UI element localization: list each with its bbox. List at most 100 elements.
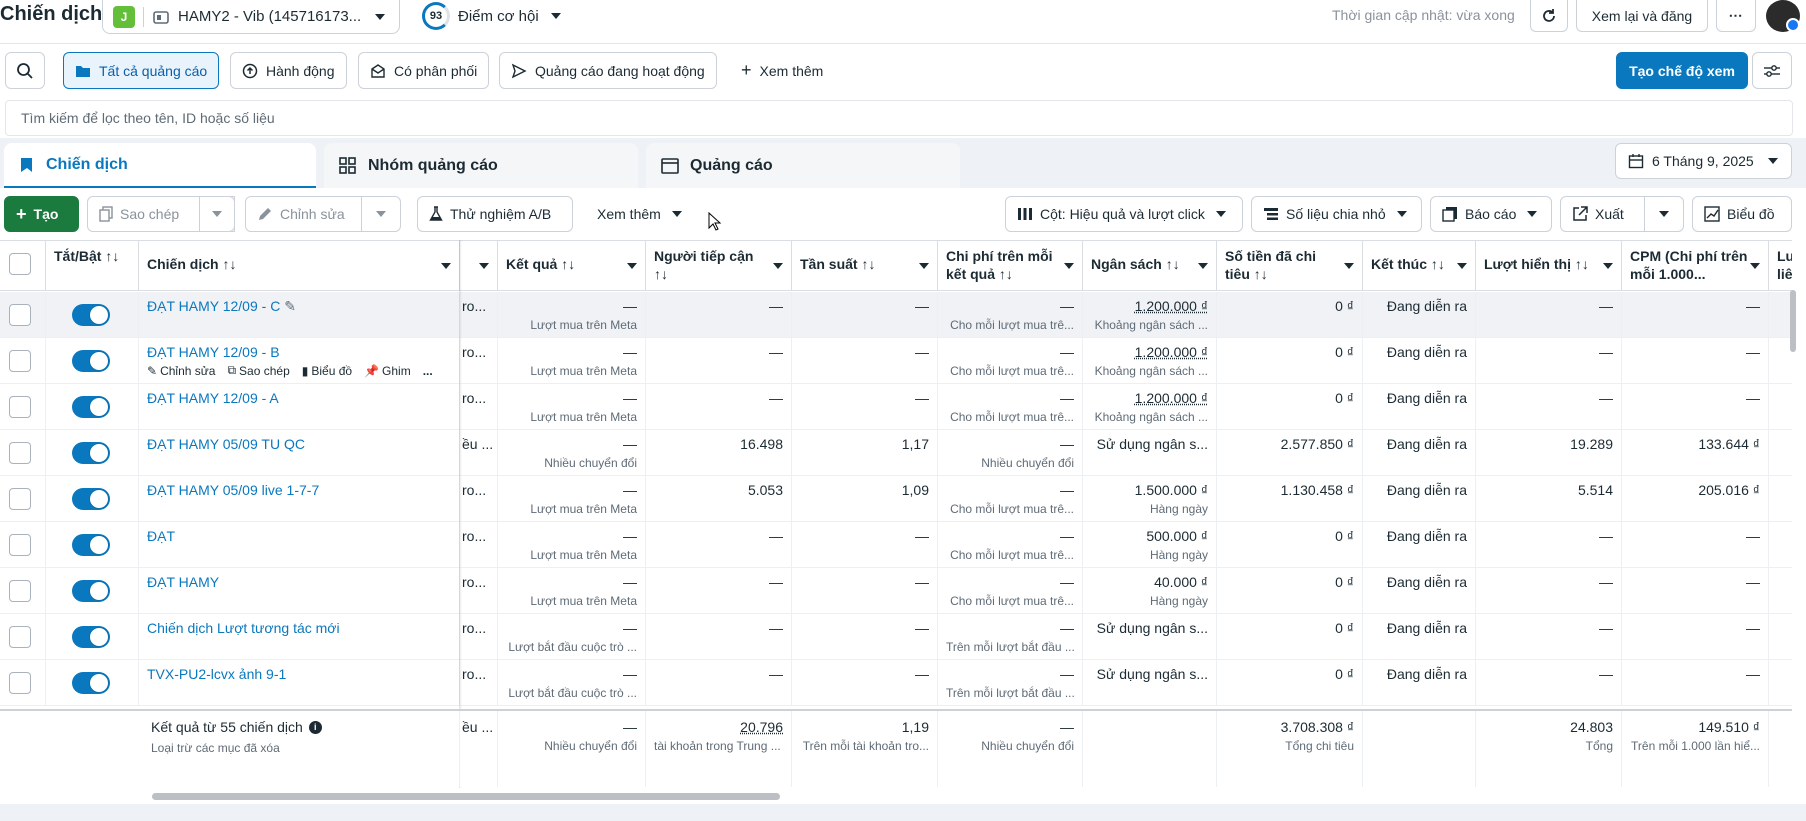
- header-next[interactable]: Lư liên: [1769, 241, 1792, 291]
- table-row[interactable]: ĐẠT ro... — Lượt mua trên Meta — — — Cho mỗi lư…: [0, 522, 1792, 568]
- header-frequency[interactable]: Tần suất ↑↓: [792, 241, 938, 291]
- header-toggle[interactable]: Tắt/Bật ↑↓: [46, 241, 139, 291]
- campaign-name-link[interactable]: ĐẠT HAMY 12/09 - C: [147, 298, 280, 314]
- cell-impr-value: —: [1599, 344, 1613, 360]
- campaign-toggle[interactable]: [72, 580, 110, 602]
- select-all-checkbox[interactable]: [9, 253, 31, 275]
- search-button[interactable]: [5, 52, 45, 89]
- edit-name-icon[interactable]: ✎: [280, 298, 296, 314]
- more-options-button[interactable]: ⋯: [1716, 0, 1756, 32]
- summary-reach-value[interactable]: 20.796: [654, 719, 783, 735]
- table-row[interactable]: ĐẠT HAMY 12/09 - C ✎ ro... — Lượt mua trên …: [0, 292, 1792, 338]
- ab-test-button[interactable]: Thử nghiệm A/B: [417, 196, 573, 232]
- campaign-name-link[interactable]: ĐẠT HAMY: [147, 574, 219, 590]
- hover-duplicate-button[interactable]: ⧉ Sao chép: [227, 363, 289, 378]
- refresh-button[interactable]: [1530, 0, 1568, 32]
- hover-more-button[interactable]: ...: [423, 363, 433, 378]
- header-cpm[interactable]: CPM (Chi phí trên mỗi 1.000...: [1622, 241, 1769, 291]
- campaign-toggle[interactable]: [72, 626, 110, 648]
- header-partial[interactable]: [460, 241, 498, 291]
- account-selector[interactable]: J HAMY2 - Vib (145716173...: [102, 0, 400, 34]
- campaign-toggle[interactable]: [72, 672, 110, 694]
- tab-ads-label: Quảng cáo: [690, 156, 773, 174]
- campaign-name-link[interactable]: ĐẠT HAMY 12/09 - B: [147, 344, 280, 360]
- campaign-toggle[interactable]: [72, 488, 110, 510]
- filter-more[interactable]: + Xem thêm: [729, 52, 836, 89]
- campaign-name-link[interactable]: TVX-PU2-lcvx ảnh 9-1: [147, 666, 286, 682]
- table-row[interactable]: ĐẠT HAMY 05/09 live 1-7-7 ro... — Lượt mua …: [0, 476, 1792, 522]
- header-reach[interactable]: Người tiếp cận ↑↓: [646, 241, 792, 291]
- header-amount-spent[interactable]: Số tiền đã chi tiêu ↑↓: [1217, 241, 1363, 291]
- campaign-toggle[interactable]: [72, 534, 110, 556]
- create-view-button[interactable]: Tạo chế độ xem: [1616, 52, 1748, 89]
- row-checkbox[interactable]: [9, 442, 31, 464]
- review-publish-button[interactable]: Xem lại và đăng: [1576, 0, 1708, 32]
- filter-all-ads[interactable]: Tất cả quảng cáo: [63, 52, 220, 89]
- row-select-cell: [0, 660, 46, 706]
- edit-dropdown[interactable]: [361, 196, 401, 232]
- header-budget[interactable]: Ngân sách ↑↓: [1083, 241, 1217, 291]
- tab-adsets[interactable]: Nhóm quảng cáo: [324, 143, 638, 188]
- row-checkbox[interactable]: [9, 488, 31, 510]
- filter-delivery[interactable]: Có phân phối: [358, 52, 490, 89]
- hover-chart-button[interactable]: ▮ Biểu đồ: [302, 363, 352, 378]
- campaign-toggle[interactable]: [72, 442, 110, 464]
- edit-button[interactable]: Chỉnh sửa: [245, 196, 365, 232]
- campaign-name-link[interactable]: ĐẠT: [147, 528, 175, 544]
- table-row[interactable]: ĐẠT HAMY ro... — Lượt mua trên Meta — — — Cho m…: [0, 568, 1792, 614]
- date-range-picker[interactable]: 6 Tháng 9, 2025: [1615, 143, 1792, 179]
- tab-ads[interactable]: Quảng cáo: [646, 143, 960, 188]
- filter-active-ads[interactable]: Quảng cáo đang hoạt động: [499, 52, 717, 89]
- hover-edit-button[interactable]: ✎ Chỉnh sửa: [147, 363, 215, 378]
- table-row[interactable]: ĐẠT HAMY 12/09 - B ✎ Chỉnh sửa ⧉ Sao chép ▮ Bi…: [0, 338, 1792, 384]
- row-toggle-cell: [46, 430, 139, 476]
- table-row[interactable]: ĐẠT HAMY 12/09 - A ro... — Lượt mua trên Me…: [0, 384, 1792, 430]
- campaign-name-link[interactable]: ĐẠT HAMY 05/09 live 1-7-7: [147, 482, 319, 498]
- row-checkbox[interactable]: [9, 350, 31, 372]
- reports-icon: [1442, 207, 1457, 222]
- columns-button[interactable]: Cột: Hiệu quả và lượt click: [1005, 196, 1243, 232]
- export-dropdown[interactable]: [1644, 196, 1684, 232]
- campaign-toggle[interactable]: [72, 396, 110, 418]
- reports-button[interactable]: Báo cáo: [1430, 196, 1552, 232]
- table-row[interactable]: Chiến dịch Lượt tương tác mới ro... — Lượt …: [0, 614, 1792, 660]
- cell-freq: —: [792, 660, 938, 706]
- row-checkbox[interactable]: [9, 304, 31, 326]
- sliders-icon: [1764, 64, 1780, 77]
- hover-pin-button[interactable]: 📌 Ghim: [364, 363, 411, 378]
- opportunity-score[interactable]: 93 Điểm cơ hội: [422, 2, 561, 30]
- header-campaign[interactable]: Chiến dịch ↑↓: [139, 241, 460, 291]
- charts-button[interactable]: Biểu đồ: [1692, 196, 1792, 232]
- header-end[interactable]: Kết thúc ↑↓: [1363, 241, 1476, 291]
- cell-cpm-value: —: [1746, 298, 1760, 314]
- see-more-button[interactable]: Xem thêm: [585, 196, 694, 232]
- filter-actions[interactable]: Hành động: [230, 52, 347, 89]
- duplicate-dropdown[interactable]: [199, 196, 235, 232]
- campaign-toggle[interactable]: [72, 304, 110, 326]
- view-settings-button[interactable]: [1752, 52, 1792, 89]
- account-name: HAMY2 - Vib (145716173...: [178, 8, 362, 25]
- breakdown-button[interactable]: Số liệu chia nhỏ: [1251, 196, 1422, 232]
- campaign-name-link[interactable]: Chiến dịch Lượt tương tác mới: [147, 620, 340, 636]
- row-checkbox[interactable]: [9, 396, 31, 418]
- table-row[interactable]: TVX-PU2-lcvx ảnh 9-1 ro... — Lượt bắt đầu c…: [0, 660, 1792, 706]
- row-checkbox[interactable]: [9, 672, 31, 694]
- tab-campaigns[interactable]: Chiến dịch: [4, 143, 316, 188]
- horizontal-scrollbar[interactable]: [152, 793, 780, 800]
- create-button[interactable]: + Tạo: [4, 196, 79, 232]
- header-cost-per-result[interactable]: Chi phí trên mỗi kết quả ↑↓: [938, 241, 1083, 291]
- campaign-name-link[interactable]: ĐẠT HAMY 05/09 TU QC: [147, 436, 305, 452]
- export-button[interactable]: Xuất: [1560, 196, 1648, 232]
- table-row[interactable]: ĐẠT HAMY 05/09 TU QC ều ... — Nhiều chuyển …: [0, 430, 1792, 476]
- campaign-name-link[interactable]: ĐẠT HAMY 12/09 - A: [147, 390, 279, 406]
- header-impressions[interactable]: Lượt hiển thị ↑↓: [1476, 241, 1622, 291]
- row-checkbox[interactable]: [9, 626, 31, 648]
- row-checkbox[interactable]: [9, 534, 31, 556]
- header-results[interactable]: Kết quả ↑↓: [498, 241, 646, 291]
- row-checkbox[interactable]: [9, 580, 31, 602]
- cell-spent: 0 ₫: [1217, 292, 1363, 338]
- campaign-toggle[interactable]: [72, 350, 110, 372]
- vertical-scrollbar[interactable]: [1790, 290, 1796, 352]
- search-input[interactable]: Tìm kiếm để lọc theo tên, ID hoặc số liệ…: [5, 100, 1793, 136]
- info-icon[interactable]: i: [308, 720, 322, 734]
